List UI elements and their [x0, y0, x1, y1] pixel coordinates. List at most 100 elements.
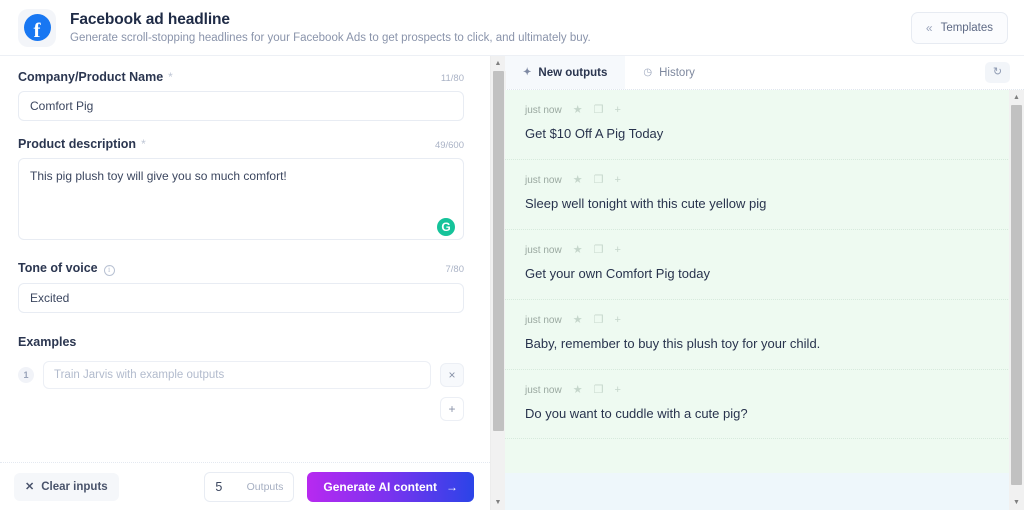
- templates-button[interactable]: « Templates: [911, 12, 1008, 44]
- product-description-textarea[interactable]: [18, 158, 464, 240]
- tab-new-outputs-label: New outputs: [538, 67, 607, 79]
- output-card[interactable]: just now ★ ❐ + Get $10 Off A Pig Today: [505, 90, 1024, 160]
- info-icon[interactable]: i: [104, 265, 115, 276]
- star-icon[interactable]: ★: [573, 385, 583, 396]
- output-card[interactable]: just now ★ ❐ + Get your own Comfort Pig …: [505, 230, 1024, 300]
- character-counter: 49/600: [435, 140, 464, 151]
- add-example-button[interactable]: +: [440, 397, 464, 421]
- clear-inputs-button[interactable]: ✕ Clear inputs: [14, 473, 119, 501]
- tab-history-label: History: [659, 67, 695, 79]
- scrollbar-thumb[interactable]: [493, 71, 504, 431]
- star-icon[interactable]: ★: [573, 105, 583, 116]
- copy-icon[interactable]: ❐: [594, 105, 604, 116]
- output-timestamp: just now: [525, 175, 562, 186]
- generate-button-label: Generate AI content: [323, 480, 437, 494]
- plus-icon[interactable]: +: [614, 175, 620, 186]
- required-asterisk: *: [141, 137, 146, 151]
- grammarly-icon[interactable]: G: [437, 218, 455, 236]
- app-header: f Facebook ad headline Generate scroll-s…: [0, 0, 1024, 56]
- output-text: Sleep well tonight with this cute yellow…: [525, 196, 1004, 213]
- scroll-down-arrow-icon[interactable]: ▼: [1009, 495, 1024, 510]
- copy-icon[interactable]: ❐: [594, 385, 604, 396]
- output-card[interactable]: just now ★ ❐ + Baby, remember to buy thi…: [505, 300, 1024, 370]
- app-root: f Facebook ad headline Generate scroll-s…: [0, 0, 1024, 510]
- scroll-down-arrow-icon[interactable]: ▼: [491, 495, 506, 510]
- main-body: Company/Product Name * 11/80 Product des…: [0, 56, 1024, 510]
- templates-button-label: Templates: [941, 22, 993, 34]
- field-product-description: Product description * 49/600 G: [18, 137, 464, 245]
- output-card[interactable]: just now ★ ❐ + Sleep well tonight with t…: [505, 160, 1024, 230]
- outputs-count-value: 5: [215, 480, 222, 494]
- facebook-icon: f: [18, 9, 56, 47]
- tone-of-voice-input[interactable]: [18, 283, 464, 313]
- textarea-wrapper: G: [18, 158, 464, 245]
- copy-icon[interactable]: ❐: [594, 315, 604, 326]
- field-company-product-name: Company/Product Name * 11/80: [18, 70, 464, 121]
- field-label: Product description: [18, 137, 136, 151]
- field-header: Product description * 49/600: [18, 137, 464, 151]
- add-example-row: +: [18, 397, 464, 421]
- page-title: Facebook ad headline: [70, 11, 911, 29]
- output-text: Baby, remember to buy this plush toy for…: [525, 336, 1004, 353]
- required-asterisk: *: [168, 70, 173, 84]
- close-icon: ✕: [25, 480, 34, 493]
- output-text: Get your own Comfort Pig today: [525, 266, 1004, 283]
- output-card-meta: just now ★ ❐ +: [525, 175, 1004, 186]
- output-card-meta: just now ★ ❐ +: [525, 245, 1004, 256]
- outputs-scroll-area: just now ★ ❐ + Get $10 Off A Pig Today j…: [505, 90, 1024, 510]
- clock-icon: ◷: [643, 68, 652, 78]
- outputs-list: just now ★ ❐ + Get $10 Off A Pig Today j…: [505, 90, 1024, 473]
- output-timestamp: just now: [525, 245, 562, 256]
- field-label: Tone of voice: [18, 261, 98, 275]
- scrollbar-track[interactable]: [1009, 105, 1024, 495]
- output-timestamp: just now: [525, 385, 562, 396]
- output-card-meta: just now ★ ❐ +: [525, 315, 1004, 326]
- tab-new-outputs[interactable]: ✦ New outputs: [505, 56, 625, 89]
- tab-history[interactable]: ◷ History: [625, 56, 713, 89]
- star-icon[interactable]: ★: [573, 245, 583, 256]
- input-form-panel: Company/Product Name * 11/80 Product des…: [0, 56, 490, 510]
- output-card-meta: just now ★ ❐ +: [525, 385, 1004, 396]
- outputs-panel-scrollbar[interactable]: ▲ ▼: [1009, 90, 1024, 510]
- sparkle-icon: ✦: [523, 68, 531, 78]
- facebook-f-glyph: f: [34, 20, 41, 41]
- chevron-double-left-icon: «: [926, 22, 933, 34]
- arrow-right-icon: →: [446, 480, 458, 494]
- scrollbar-track[interactable]: [491, 71, 506, 495]
- form-scroll-area: Company/Product Name * 11/80 Product des…: [0, 56, 490, 462]
- output-text: Do you want to cuddle with a cute pig?: [525, 406, 1004, 423]
- output-timestamp: just now: [525, 105, 562, 116]
- field-tone-of-voice: Tone of voice i 7/80: [18, 261, 464, 313]
- plus-icon[interactable]: +: [614, 245, 620, 256]
- plus-icon[interactable]: +: [614, 385, 620, 396]
- output-text: Get $10 Off A Pig Today: [525, 126, 1004, 143]
- plus-icon[interactable]: +: [614, 315, 620, 326]
- outputs-list-end-spacer: [505, 439, 1024, 473]
- plus-icon[interactable]: +: [614, 105, 620, 116]
- example-index: 1: [18, 367, 34, 383]
- examples-heading: Examples: [18, 335, 464, 349]
- page-subtitle: Generate scroll-stopping headlines for y…: [70, 32, 911, 44]
- output-card-meta: just now ★ ❐ +: [525, 105, 1004, 116]
- example-input[interactable]: [43, 361, 431, 389]
- outputs-tabs-bar: ✦ New outputs ◷ History ↻: [505, 56, 1024, 90]
- copy-icon[interactable]: ❐: [594, 175, 604, 186]
- outputs-panel: ✦ New outputs ◷ History ↻ just now ★ ❐: [505, 56, 1024, 510]
- character-counter: 7/80: [446, 264, 465, 275]
- refresh-icon[interactable]: ↻: [985, 62, 1010, 83]
- remove-example-button[interactable]: ×: [440, 363, 464, 387]
- scrollbar-thumb[interactable]: [1011, 105, 1022, 485]
- copy-icon[interactable]: ❐: [594, 245, 604, 256]
- star-icon[interactable]: ★: [573, 315, 583, 326]
- clear-inputs-label: Clear inputs: [41, 481, 107, 493]
- output-card[interactable]: just now ★ ❐ + Do you want to cuddle wit…: [505, 370, 1024, 440]
- scroll-up-arrow-icon[interactable]: ▲: [491, 56, 506, 71]
- character-counter: 11/80: [441, 73, 464, 84]
- example-row: 1 ×: [18, 361, 464, 389]
- outputs-count-stepper[interactable]: 5 Outputs: [204, 472, 294, 502]
- left-panel-scrollbar[interactable]: ▲ ▼: [490, 56, 505, 510]
- company-product-name-input[interactable]: [18, 91, 464, 121]
- star-icon[interactable]: ★: [573, 175, 583, 186]
- generate-ai-content-button[interactable]: Generate AI content →: [307, 472, 474, 502]
- scroll-up-arrow-icon[interactable]: ▲: [1009, 90, 1024, 105]
